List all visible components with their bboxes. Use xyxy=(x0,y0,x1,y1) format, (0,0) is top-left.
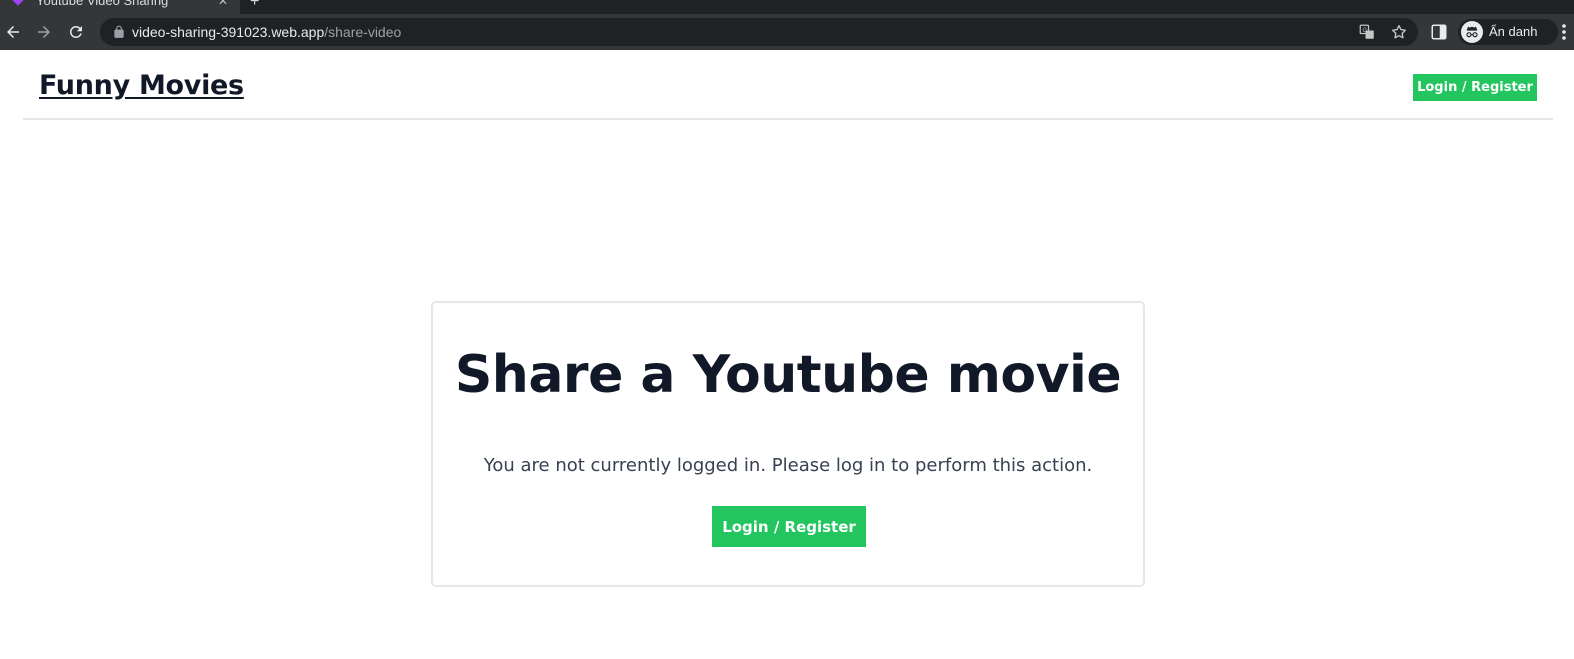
browser-toolbar: video-sharing-391023.web.app/share-video… xyxy=(0,14,1574,50)
card-login-register-button[interactable]: Login / Register xyxy=(712,506,866,547)
site-header: Funny Movies Login / Register xyxy=(23,50,1553,120)
translate-icon[interactable]: G xyxy=(1358,23,1376,41)
tab-close-icon[interactable]: ✕ xyxy=(218,0,228,8)
site-logo[interactable]: Funny Movies xyxy=(39,70,244,101)
incognito-label: Ẩn danh xyxy=(1489,24,1538,39)
share-video-card: Share a Youtube movie You are not curren… xyxy=(431,301,1145,587)
browser-tabstrip: Youtube Video Sharing ✕ + xyxy=(0,0,1574,14)
menu-icon[interactable] xyxy=(1561,23,1567,41)
login-required-message: You are not currently logged in. Please … xyxy=(483,455,1093,476)
back-icon[interactable] xyxy=(1,20,25,44)
browser-tab[interactable]: Youtube Video Sharing ✕ xyxy=(0,0,240,14)
header-login-register-button[interactable]: Login / Register xyxy=(1413,74,1537,101)
tab-title: Youtube Video Sharing xyxy=(36,0,169,8)
new-tab-icon[interactable]: + xyxy=(250,0,259,11)
address-bar[interactable]: video-sharing-391023.web.app/share-video… xyxy=(100,18,1418,46)
svg-text:G: G xyxy=(1363,28,1368,34)
incognito-indicator[interactable]: Ẩn danh xyxy=(1458,19,1558,45)
page-title: Share a Youtube movie xyxy=(454,345,1122,405)
url-text[interactable]: video-sharing-391023.web.app/share-video xyxy=(132,24,401,40)
side-panel-icon[interactable] xyxy=(1430,23,1448,41)
url-host: video-sharing-391023.web.app xyxy=(132,24,325,40)
incognito-icon xyxy=(1461,21,1483,43)
lock-icon[interactable] xyxy=(112,25,126,39)
forward-icon[interactable] xyxy=(32,20,56,44)
reload-icon[interactable] xyxy=(64,20,88,44)
star-icon[interactable] xyxy=(1390,23,1408,41)
tab-favicon-icon xyxy=(12,0,24,6)
url-path: /share-video xyxy=(324,24,402,40)
